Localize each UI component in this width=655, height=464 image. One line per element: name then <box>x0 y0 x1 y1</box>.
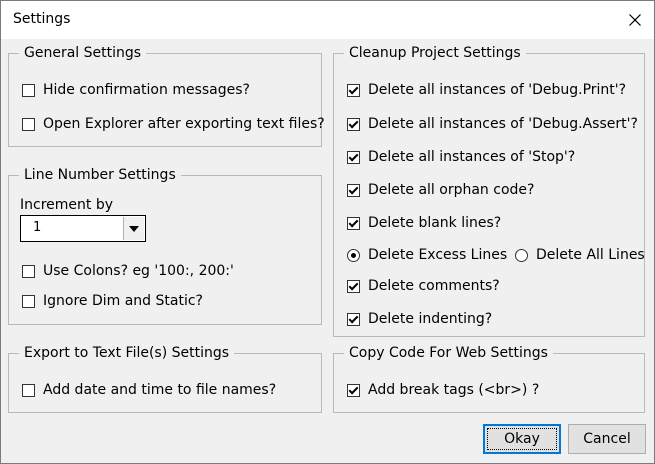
checkbox-box[interactable] <box>347 83 360 97</box>
checkbox-box[interactable] <box>347 117 360 131</box>
delete-all-lines-radio[interactable]: Delete All Lines <box>515 245 645 265</box>
ignore-dim-checkbox[interactable]: Ignore Dim and Static? <box>22 291 203 311</box>
checkbox-box[interactable] <box>22 117 35 131</box>
delete-orphan-code-checkbox[interactable]: Delete all orphan code? <box>347 180 534 200</box>
checkbox-box[interactable] <box>347 150 360 164</box>
checkbox-label: Delete all instances of 'Debug.Print'? <box>368 82 627 98</box>
checkbox-box[interactable] <box>347 312 360 326</box>
checkbox-label: Delete all instances of 'Stop'? <box>368 149 576 165</box>
line-number-settings-legend: Line Number Settings <box>19 166 181 184</box>
checkbox-label: Delete indenting? <box>368 311 493 327</box>
checkbox-label: Add date and time to file names? <box>43 382 277 398</box>
radio-circle[interactable] <box>347 248 360 262</box>
checkbox-box[interactable] <box>347 183 360 197</box>
delete-stop-checkbox[interactable]: Delete all instances of 'Stop'? <box>347 147 575 167</box>
cancel-button[interactable]: Cancel <box>568 424 646 454</box>
increment-value: 1 <box>33 220 42 235</box>
checkbox-label: Open Explorer after exporting text files… <box>43 116 325 132</box>
delete-indenting-checkbox[interactable]: Delete indenting? <box>347 309 492 329</box>
checkbox-box[interactable] <box>347 279 360 293</box>
checkbox-box[interactable] <box>22 383 35 397</box>
checkbox-label: Delete comments? <box>368 278 500 294</box>
delete-excess-lines-radio[interactable]: Delete Excess Lines <box>347 245 507 265</box>
checkbox-label: Delete all instances of 'Debug.Assert'? <box>368 116 638 132</box>
checkbox-box[interactable] <box>347 383 360 397</box>
close-icon <box>628 14 641 26</box>
add-date-time-checkbox[interactable]: Add date and time to file names? <box>22 380 276 400</box>
checkbox-box[interactable] <box>22 264 35 278</box>
checkbox-label: Add break tags (<br>) ? <box>368 382 540 398</box>
delete-debug-print-checkbox[interactable]: Delete all instances of 'Debug.Print'? <box>347 80 626 100</box>
delete-blank-lines-checkbox[interactable]: Delete blank lines? <box>347 213 501 233</box>
title-bar: Settings <box>1 1 654 39</box>
export-settings-legend: Export to Text File(s) Settings <box>19 344 235 362</box>
use-colons-checkbox[interactable]: Use Colons? eg '100:, 200:' <box>22 261 234 281</box>
cancel-button-label: Cancel <box>583 431 631 447</box>
checkbox-label: Delete blank lines? <box>368 215 502 231</box>
hide-confirmation-checkbox[interactable]: Hide confirmation messages? <box>22 80 250 100</box>
radio-label: Delete Excess Lines <box>368 247 508 263</box>
cleanup-settings-legend: Cleanup Project Settings <box>344 44 526 62</box>
radio-circle[interactable] <box>515 248 528 262</box>
delete-comments-checkbox[interactable]: Delete comments? <box>347 276 500 296</box>
dropdown-button[interactable] <box>123 217 144 240</box>
increment-select[interactable]: 1 <box>20 215 146 242</box>
chevron-down-icon <box>129 225 139 232</box>
open-explorer-checkbox[interactable]: Open Explorer after exporting text files… <box>22 114 325 134</box>
add-break-tags-checkbox[interactable]: Add break tags (<br>) ? <box>347 380 539 400</box>
radio-label: Delete All Lines <box>536 247 645 263</box>
checkbox-box[interactable] <box>22 83 35 97</box>
web-settings-legend: Copy Code For Web Settings <box>344 344 553 362</box>
checkbox-label: Delete all orphan code? <box>368 182 535 198</box>
checkbox-box[interactable] <box>22 294 35 308</box>
checkbox-label: Ignore Dim and Static? <box>43 293 203 309</box>
general-settings-legend: General Settings <box>19 44 147 62</box>
checkbox-box[interactable] <box>347 216 360 230</box>
delete-debug-assert-checkbox[interactable]: Delete all instances of 'Debug.Assert'? <box>347 114 638 134</box>
checkbox-label: Use Colons? eg '100:, 200:' <box>43 263 234 279</box>
close-button[interactable] <box>615 1 654 39</box>
window-title: Settings <box>13 11 71 27</box>
okay-button[interactable]: Okay <box>483 424 561 454</box>
settings-dialog: Settings General Settings Hide confirmat… <box>0 0 655 464</box>
increment-by-label: Increment by <box>20 197 113 213</box>
checkbox-label: Hide confirmation messages? <box>43 82 250 98</box>
focus-rect <box>487 428 557 450</box>
